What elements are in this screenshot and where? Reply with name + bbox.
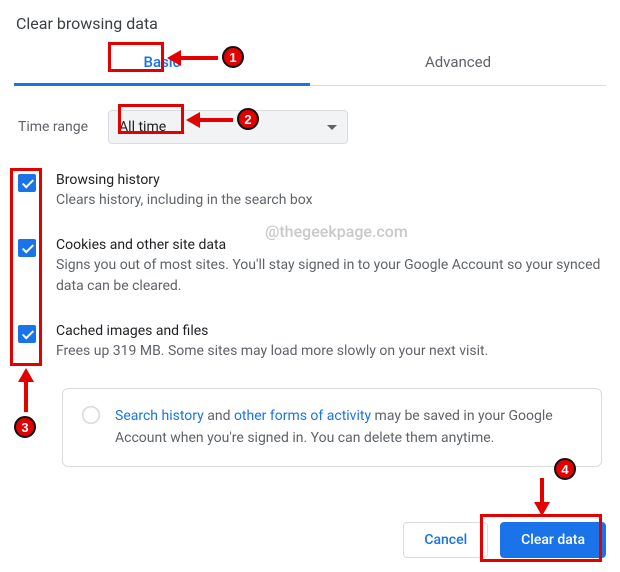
cancel-button[interactable]: Cancel <box>403 522 488 558</box>
time-range-value: All time <box>119 119 166 135</box>
option-desc: Signs you out of most sites. You'll stay… <box>56 255 606 297</box>
annotation-arrowhead-3 <box>18 368 34 382</box>
time-range-label: Time range <box>18 119 88 135</box>
info-text: and <box>204 408 234 424</box>
annotation-step-3: 3 <box>14 416 36 438</box>
annotation-arrowhead-4 <box>534 502 550 516</box>
tab-basic-label: Basic <box>144 53 181 71</box>
annotation-arrow-4 <box>540 478 544 504</box>
dialog-title: Clear browsing data <box>16 14 606 33</box>
tab-advanced-label: Advanced <box>425 53 491 71</box>
checkbox-cached[interactable] <box>18 325 36 343</box>
option-desc: Clears history, including in the search … <box>56 190 313 211</box>
google-icon <box>81 405 101 425</box>
option-desc: Frees up 319 MB. Some sites may load mor… <box>56 341 488 362</box>
option-row: Browsing history Clears history, includi… <box>18 172 606 211</box>
info-box: Search history and other forms of activi… <box>62 388 602 467</box>
annotation-arrow-3 <box>24 380 28 412</box>
option-row: Cached images and files Frees up 319 MB.… <box>18 323 606 362</box>
checkbox-browsing-history[interactable] <box>18 174 36 192</box>
dropdown-arrow-icon <box>327 125 337 130</box>
time-range-select[interactable]: All time <box>108 110 348 144</box>
tab-advanced[interactable]: Advanced <box>310 43 606 86</box>
clear-data-button-label: Clear data <box>521 532 585 548</box>
tab-basic[interactable]: Basic <box>14 43 310 86</box>
cancel-button-label: Cancel <box>424 532 467 548</box>
info-link-search-history[interactable]: Search history <box>115 408 204 424</box>
option-title: Cookies and other site data <box>56 237 606 253</box>
option-title: Cached images and files <box>56 323 488 339</box>
tabs: Basic Advanced <box>14 43 606 86</box>
option-title: Browsing history <box>56 172 313 188</box>
clear-data-button[interactable]: Clear data <box>500 522 606 558</box>
option-row: Cookies and other site data Signs you ou… <box>18 237 606 297</box>
checkbox-cookies[interactable] <box>18 239 36 257</box>
info-link-other-activity[interactable]: other forms of activity <box>234 408 371 424</box>
